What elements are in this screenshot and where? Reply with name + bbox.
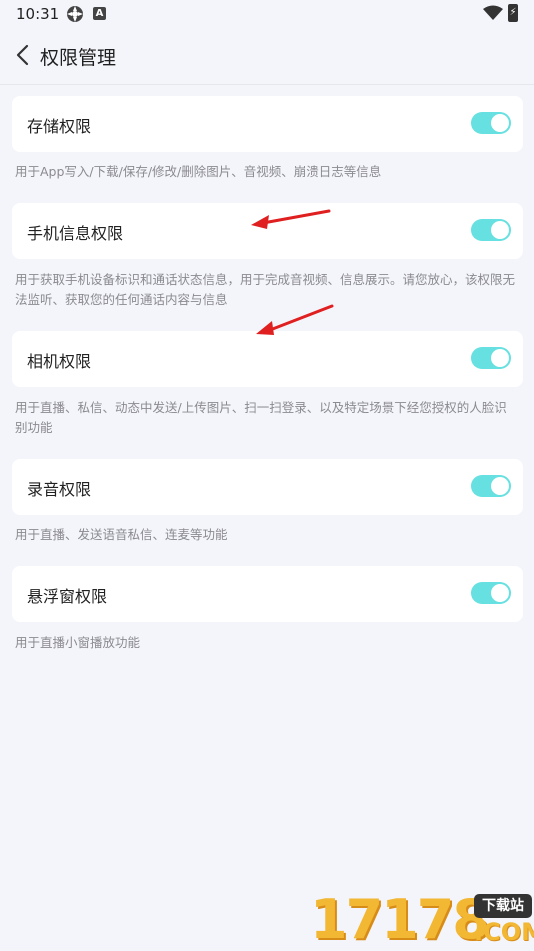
watermark-logo: 17178 下载站 .COM [310, 888, 534, 951]
permission-card-overlay: 悬浮窗权限 [12, 566, 523, 622]
watermark-tag: 下载站 [474, 894, 532, 918]
chevron-left-icon[interactable] [12, 42, 34, 68]
permission-label: 录音权限 [27, 480, 92, 499]
camera-permission-toggle[interactable] [471, 347, 511, 369]
permission-label: 悬浮窗权限 [27, 587, 108, 606]
annotation-arrow-icon [256, 304, 334, 335]
permission-desc: 用于直播、发送语音私信、连麦等功能 [15, 527, 228, 542]
toggle-knob [491, 349, 509, 367]
permission-desc: 用于直播、私信、动态中发送/上传图片、扫一扫登录、以及特定场景下经您授权的人脸识… [15, 400, 507, 435]
permission-card-audio: 录音权限 [12, 459, 523, 515]
permission-desc: 用于直播小窗播放功能 [15, 635, 141, 650]
watermark-number: 17178 [310, 888, 490, 951]
status-time: 10:31 [16, 5, 60, 23]
annotation-arrow-icon [251, 209, 331, 229]
a-status-icon: A [93, 7, 106, 20]
gear-status-icon [67, 6, 83, 22]
toggle-knob [491, 221, 509, 239]
battery-charging-icon: ⚡ [508, 4, 518, 22]
overlay-permission-toggle[interactable] [471, 582, 511, 604]
toggle-knob [491, 477, 509, 495]
status-bar: 10:31 A ⚡ [0, 0, 534, 28]
storage-permission-toggle[interactable] [471, 112, 511, 134]
toggle-knob [491, 584, 509, 602]
permission-desc: 用于App写入/下载/保存/修改/删除图片、音视频、崩溃日志等信息 [15, 164, 382, 179]
audio-permission-toggle[interactable] [471, 475, 511, 497]
wifi-icon [483, 5, 503, 20]
phone-info-permission-toggle[interactable] [471, 219, 511, 241]
permission-label: 相机权限 [27, 352, 92, 371]
watermark-suffix: .COM [474, 918, 534, 946]
permission-label: 手机信息权限 [27, 224, 124, 243]
toggle-knob [491, 114, 509, 132]
page-title: 权限管理 [40, 47, 117, 69]
permission-label: 存储权限 [27, 117, 92, 136]
permission-card-storage: 存储权限 [12, 96, 523, 152]
app-bar: 权限管理 [0, 28, 534, 85]
